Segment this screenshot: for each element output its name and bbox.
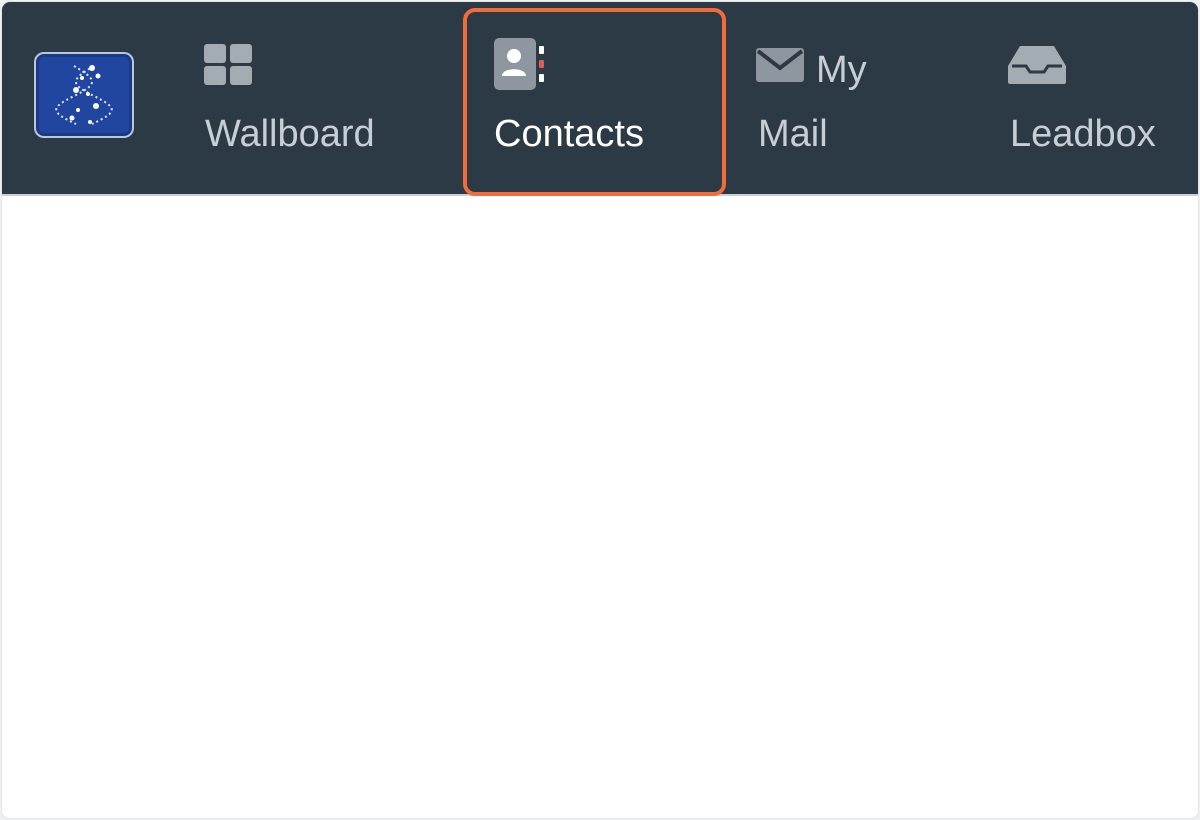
- nav-item-my-mail[interactable]: My Mail: [754, 2, 924, 194]
- grid-icon: [204, 44, 252, 85]
- main-content-area: [2, 196, 1198, 818]
- nav-label-wallboard: Wallboard: [205, 113, 375, 155]
- app-window: Wallboard Contacts My Mail Leadbox: [2, 2, 1198, 818]
- nav-label-mail: Mail: [758, 113, 828, 155]
- nav-label-contacts: Contacts: [494, 113, 644, 155]
- envelope-icon: [756, 48, 804, 82]
- dna-logo-icon: [55, 65, 113, 125]
- nav-item-contacts[interactable]: Contacts: [472, 2, 722, 194]
- top-navbar: Wallboard Contacts My Mail Leadbox: [2, 2, 1198, 196]
- inbox-tray-icon: [1008, 46, 1066, 84]
- address-book-icon: [494, 38, 544, 90]
- nav-item-wallboard[interactable]: Wallboard: [202, 2, 402, 194]
- nav-label-my: My: [816, 49, 867, 91]
- app-logo[interactable]: [34, 52, 134, 138]
- nav-item-leadbox[interactable]: Leadbox: [1006, 2, 1186, 194]
- nav-label-leadbox: Leadbox: [1010, 113, 1156, 155]
